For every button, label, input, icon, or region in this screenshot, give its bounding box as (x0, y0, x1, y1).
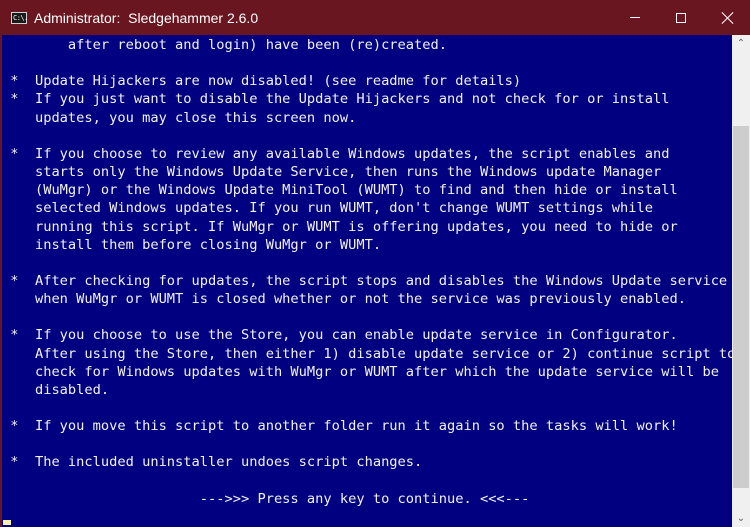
close-button[interactable] (704, 0, 750, 35)
close-icon (721, 12, 733, 24)
console-line: (WuMgr) or the Windows Update MiniTool (… (2, 182, 678, 199)
console-line: starts only the Windows Update Service, … (2, 164, 662, 181)
maximize-icon (676, 12, 686, 23)
maximize-button[interactable] (658, 0, 704, 35)
console-line: * If you choose to review any available … (2, 145, 670, 162)
vertical-scrollbar[interactable]: ⌃ ⌄ (732, 35, 750, 527)
scroll-up-button[interactable]: ⌃ (732, 35, 750, 52)
console-line: running this script. If WuMgr or WUMT is… (2, 218, 678, 235)
console-line: * After checking for updates, the script… (2, 272, 728, 289)
console-line: * If you just want to disable the Update… (2, 91, 670, 108)
minimize-icon (630, 17, 640, 18)
console-line: --->>> Press any key to continue. <<<--- (2, 490, 530, 507)
console-line: disabled. (2, 381, 110, 398)
console-line: * Update Hijackers are now disabled! (se… (2, 73, 522, 90)
scroll-down-button[interactable]: ⌄ (732, 510, 750, 527)
title-bar[interactable]: C:\. Administrator: Sledgehammer 2.6.0 (0, 0, 750, 35)
console-line: updates, you may close this screen now. (2, 109, 357, 126)
console-line: when WuMgr or WUMT is closed whether or … (2, 291, 686, 308)
console-line: install them before closing WuMgr or WUM… (2, 236, 382, 253)
scroll-down-icon: ⌄ (736, 513, 746, 524)
console-line: check for Windows updates with WuMgr or … (2, 363, 719, 380)
scroll-up-icon: ⌃ (736, 38, 746, 49)
text-cursor (3, 519, 11, 525)
cmd-console-icon[interactable]: C:\. (11, 12, 28, 24)
console-line: selected Windows updates. If you run WUM… (2, 200, 654, 217)
console-line: after reboot and login) have been (re)cr… (2, 37, 447, 53)
console-output[interactable]: after reboot and login) have been (re)cr… (2, 35, 732, 527)
console-line: * If you choose to use the Store, you ca… (2, 327, 678, 344)
console-line: After using the Store, then either 1) di… (2, 345, 732, 362)
scrollbar-thumb[interactable] (733, 126, 749, 488)
minimize-button[interactable] (612, 0, 658, 35)
console-line: * The included uninstaller undoes script… (2, 454, 423, 471)
cmd-icon-label: C:\. (13, 14, 28, 22)
console-line: * If you move this script to another fol… (2, 418, 678, 435)
window-title: Administrator: Sledgehammer 2.6.0 (34, 10, 259, 26)
